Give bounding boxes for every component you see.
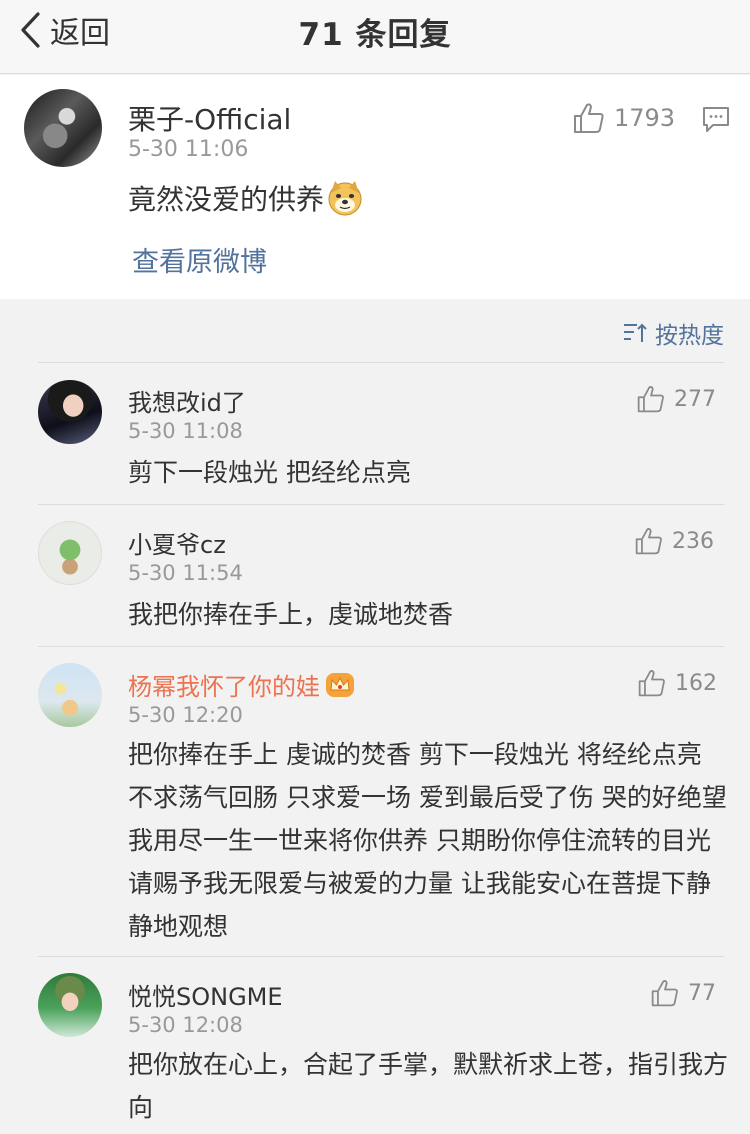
- comment-username[interactable]: 悦悦SONGME: [128, 977, 283, 1012]
- comment-icon[interactable]: [701, 104, 731, 134]
- comment-username[interactable]: 小夏爷cz: [128, 525, 226, 560]
- thumbs-up-icon: [638, 670, 665, 697]
- comment-like-button[interactable]: 162: [637, 668, 717, 698]
- avatar[interactable]: [38, 521, 102, 585]
- comment-time: 5-30 12:20: [128, 703, 243, 727]
- sort-by-hot-button[interactable]: 按热度: [623, 316, 724, 350]
- comment-item: 小夏爷cz 5-30 11:54 我把你捧在手上，虔诚地焚香 236: [0, 505, 750, 645]
- post-like-count: 1793: [614, 104, 676, 132]
- comment-time: 5-30 11:08: [128, 419, 243, 443]
- comment-like-count: 277: [674, 386, 716, 412]
- thumbs-up-icon: [574, 103, 604, 133]
- comment-like-button[interactable]: 77: [650, 978, 716, 1008]
- view-original-link[interactable]: 查看原微博: [132, 240, 267, 279]
- comment-like-count: 236: [672, 528, 714, 554]
- comment-item: 悦悦SONGME 5-30 12:08 把你放在心上，合起了手掌，默默祈求上苍，…: [0, 957, 750, 1134]
- thumbs-up-icon: [637, 386, 664, 413]
- original-post: 栗子-Official 5-30 11:06 竟然没爱的供养 查看原微博 179…: [0, 75, 750, 299]
- comment-time: 5-30 12:08: [128, 1013, 243, 1037]
- comment-like-count: 162: [675, 670, 717, 696]
- avatar[interactable]: [38, 663, 102, 727]
- comment-text: 我把你捧在手上，虔诚地焚香: [128, 600, 454, 629]
- thumbs-up-icon: [635, 528, 662, 555]
- comment-like-button[interactable]: 277: [636, 384, 716, 414]
- sort-label: 按热度: [655, 323, 724, 349]
- crown-badge-icon: [326, 672, 354, 697]
- comment-like-count: 77: [688, 980, 716, 1006]
- avatar[interactable]: [24, 89, 102, 167]
- post-like-button[interactable]: 1793: [572, 101, 675, 135]
- comment-like-button[interactable]: 236: [634, 526, 714, 556]
- comment-item: 杨幂我怀了你的娃 5-30 12:20 把你捧在手上 虔诚的焚香 剪下一段烛光 …: [0, 647, 750, 955]
- comment-username[interactable]: 杨幂我怀了你的娃: [128, 667, 356, 702]
- avatar[interactable]: [38, 973, 102, 1037]
- comment-username-text: 杨幂我怀了你的娃: [128, 673, 320, 701]
- comment-text: 剪下一段烛光 把经纶点亮: [128, 458, 411, 487]
- comment-username[interactable]: 我想改id了: [128, 383, 246, 418]
- avatar[interactable]: [38, 380, 102, 444]
- comment-text: 把你捧在手上 虔诚的焚香 剪下一段烛光 将经纶点亮 不求荡气回肠 只求爱一场 爱…: [128, 740, 727, 941]
- post-text: 竟然没爱的供养: [128, 178, 364, 218]
- post-text-content: 竟然没爱的供养: [128, 183, 325, 216]
- doge-emoji-icon: [328, 181, 362, 216]
- post-username[interactable]: 栗子-Official: [128, 98, 291, 138]
- comment-text: 把你放在心上，合起了手掌，默默祈求上苍，指引我方向: [128, 1050, 729, 1122]
- thumbs-up-icon: [651, 980, 678, 1007]
- comment-item: 我想改id了 5-30 11:08 剪下一段烛光 把经纶点亮 277: [0, 363, 750, 503]
- nav-bar: 返回 71 条回复: [0, 0, 750, 74]
- comment-time: 5-30 11:54: [128, 561, 243, 585]
- sort-icon: [624, 323, 647, 342]
- page-title: 71 条回复: [298, 17, 452, 53]
- post-time: 5-30 11:06: [128, 137, 249, 162]
